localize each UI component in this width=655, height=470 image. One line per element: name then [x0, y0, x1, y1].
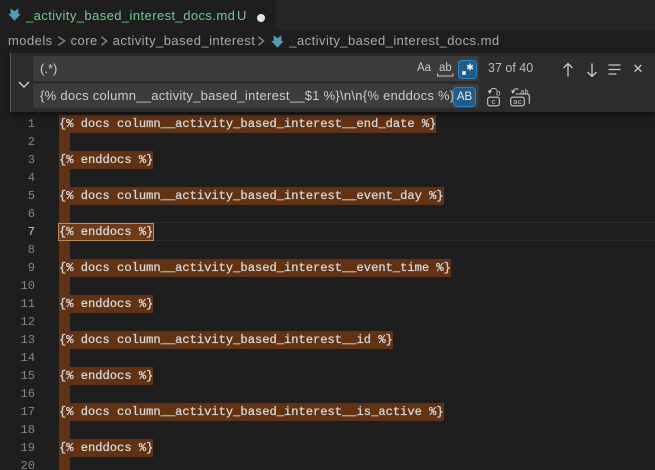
svg-text:ab: ab: [520, 89, 528, 97]
svg-text:c: c: [491, 99, 496, 107]
svg-text:ac: ac: [513, 99, 522, 107]
svg-text:b: b: [496, 89, 501, 98]
